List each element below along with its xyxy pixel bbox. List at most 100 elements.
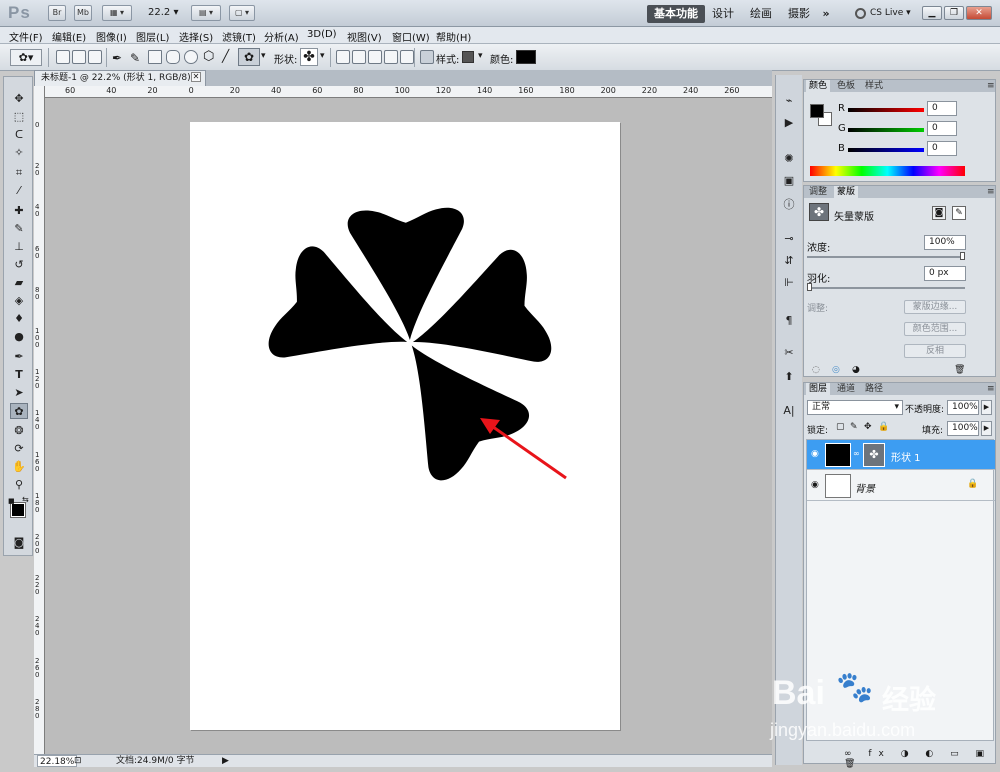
add-to-shape-area-button[interactable] — [352, 50, 366, 64]
lasso-tool-icon[interactable]: ᑕ — [10, 127, 28, 143]
rounded-rectangle-tool-icon[interactable] — [166, 50, 180, 64]
panel-menu-icon[interactable]: ≡ — [984, 383, 998, 395]
brushes-panel-icon[interactable]: ✺ — [780, 151, 798, 167]
quick-mask-icon[interactable]: ◙ — [10, 535, 28, 551]
color-spectrum-bar[interactable] — [810, 166, 965, 176]
menu-select[interactable]: 选择(S) — [179, 29, 213, 44]
history-brush-tool-icon[interactable]: ↺ — [10, 257, 28, 273]
more-workspaces-button[interactable]: » — [818, 5, 834, 23]
screen-mode-button[interactable]: ▢ ▾ — [229, 5, 255, 21]
color-range-button[interactable]: 颜色范围... — [904, 322, 966, 336]
delete-mask-icon[interactable]: 🗑 — [954, 365, 965, 375]
status-menu-arrow[interactable]: ▶ — [222, 755, 229, 767]
channel-b-slider[interactable] — [848, 148, 924, 152]
workspace-essentials[interactable]: 基本功能 — [647, 5, 705, 23]
opacity-value[interactable]: 100% — [947, 400, 979, 415]
quick-selection-tool-icon[interactable]: ✧ — [10, 145, 28, 161]
type-tool-icon[interactable]: T — [10, 367, 28, 383]
status-icon[interactable]: ⊡ — [74, 755, 82, 767]
style-swatch[interactable] — [462, 51, 474, 63]
rectangle-tool-icon[interactable] — [148, 50, 162, 64]
mini-bridge-button[interactable]: Mb — [74, 5, 92, 21]
menu-edit[interactable]: 编辑(E) — [52, 29, 86, 44]
clone-stamp-tool-icon[interactable]: ⊥ — [10, 239, 28, 255]
lock-transparency-icon[interactable]: ▢ — [836, 422, 845, 432]
move-tool-icon[interactable]: ✥ — [10, 91, 28, 107]
tab-styles[interactable]: 样式 — [862, 80, 886, 92]
tab-adjustments[interactable]: 调整 — [806, 186, 830, 198]
feather-value[interactable]: 0 px — [924, 266, 966, 281]
clone-source-panel-icon[interactable]: ▣ — [780, 173, 798, 189]
document-canvas[interactable] — [190, 122, 620, 730]
menu-window[interactable]: 窗口(W) — [392, 29, 430, 44]
feather-slider[interactable] — [807, 287, 965, 289]
select-vector-mask-button[interactable]: ✎ — [952, 206, 966, 220]
arrange-documents-button[interactable]: ▤ ▾ — [191, 5, 221, 21]
history-panel-icon[interactable]: ⌁ — [780, 93, 798, 109]
tab-masks[interactable]: 蒙版 — [834, 186, 859, 198]
panel-menu-icon[interactable]: ≡ — [984, 186, 998, 198]
minimize-button[interactable]: ▁ — [922, 6, 942, 20]
bridge-button[interactable]: Br — [48, 5, 66, 21]
view-extras-button[interactable]: ▦ ▾ — [102, 5, 132, 21]
3d-panel-icon[interactable]: ⊸ — [780, 231, 798, 247]
apply-mask-icon[interactable]: ◎ — [832, 365, 840, 375]
zoom-level-dropdown[interactable]: 22.2 ▾ — [148, 7, 178, 18]
link-icon[interactable]: ∞ — [853, 449, 860, 458]
healing-brush-tool-icon[interactable]: ✚ — [10, 203, 28, 219]
invert-button[interactable]: 反相 — [904, 344, 966, 358]
navigator-panel-icon[interactable]: ⬆ — [780, 369, 798, 385]
custom-shape-tool-icon[interactable]: ✿ — [238, 48, 260, 66]
channel-g-value[interactable]: 0 — [927, 121, 957, 136]
lock-position-icon[interactable]: ✥ — [864, 422, 872, 432]
density-slider[interactable] — [807, 256, 965, 258]
fill-slider-toggle[interactable]: ▶ — [981, 421, 992, 436]
layers-footer-icons[interactable]: ∞ fx ◑ ◐ ▭ ▣ 🗑 — [844, 749, 995, 769]
animation-panel-icon[interactable]: ⇵ — [780, 253, 798, 269]
tool-preset-picker[interactable]: ✿▾ — [10, 49, 42, 66]
channel-g-slider[interactable] — [848, 128, 924, 132]
ellipse-tool-icon[interactable] — [184, 50, 198, 64]
crop-tool-icon[interactable]: ⌗ — [10, 165, 28, 181]
shape-color-swatch[interactable] — [516, 50, 536, 64]
close-button[interactable]: ✕ — [966, 6, 992, 20]
subtract-shape-area-button[interactable] — [368, 50, 382, 64]
new-shape-layer-button[interactable] — [336, 50, 350, 64]
style-dropdown[interactable]: ▾ — [478, 51, 483, 61]
tab-channels[interactable]: 通道 — [834, 383, 858, 395]
workspace-painting[interactable]: 绘画 — [748, 5, 774, 23]
eye-icon[interactable]: ◉ — [811, 449, 819, 459]
opacity-slider-toggle[interactable]: ▶ — [981, 400, 992, 415]
layer-row-shape1[interactable]: ◉ ∞ ✤ 形状 1 — [807, 440, 995, 470]
dodge-tool-icon[interactable]: ● — [10, 329, 28, 345]
cs-live-menu[interactable]: CS Live ▾ — [870, 8, 911, 18]
menu-view[interactable]: 视图(V) — [347, 29, 382, 44]
geometry-options-dropdown[interactable]: ▾ — [261, 51, 266, 61]
tab-paths[interactable]: 路径 — [862, 383, 886, 395]
tab-swatches[interactable]: 色板 — [834, 80, 858, 92]
shape-picker-swatch[interactable]: ✤ — [300, 48, 318, 66]
menu-file[interactable]: 文件(F) — [9, 29, 43, 44]
character-panel-icon[interactable]: A| — [780, 403, 798, 419]
paint-bucket-tool-icon[interactable]: ◈ — [10, 293, 28, 309]
actions-panel-icon[interactable]: ▶ — [780, 115, 798, 131]
menu-filter[interactable]: 滤镜(T) — [222, 29, 256, 44]
select-pixel-mask-button[interactable]: ◙ — [932, 206, 946, 220]
foreground-color-swatch[interactable] — [10, 502, 26, 518]
channel-b-value[interactable]: 0 — [927, 141, 957, 156]
tab-color[interactable]: 颜色 — [806, 80, 831, 92]
density-value[interactable]: 100% — [924, 235, 966, 250]
marquee-tool-icon[interactable]: ⬚ — [10, 109, 28, 125]
workspace-design[interactable]: 设计 — [710, 5, 736, 23]
feather-slider-handle[interactable] — [807, 283, 812, 291]
polygon-tool-icon[interactable]: ⬡ — [203, 49, 214, 64]
line-tool-icon[interactable]: ╱ — [222, 49, 229, 63]
pen-tool-icon[interactable]: ✒ — [10, 349, 28, 365]
layer-name-shape1[interactable]: 形状 1 — [891, 449, 921, 464]
menu-image[interactable]: 图像(I) — [96, 29, 127, 44]
foreground-swatch[interactable] — [810, 104, 824, 118]
shape-picker-dropdown[interactable]: ▾ — [320, 51, 325, 61]
swap-colors-icon[interactable]: ⇆ — [22, 495, 29, 504]
measurement-panel-icon[interactable]: ⊩ — [780, 275, 798, 291]
tool-presets-panel-icon[interactable]: ✂ — [780, 345, 798, 361]
